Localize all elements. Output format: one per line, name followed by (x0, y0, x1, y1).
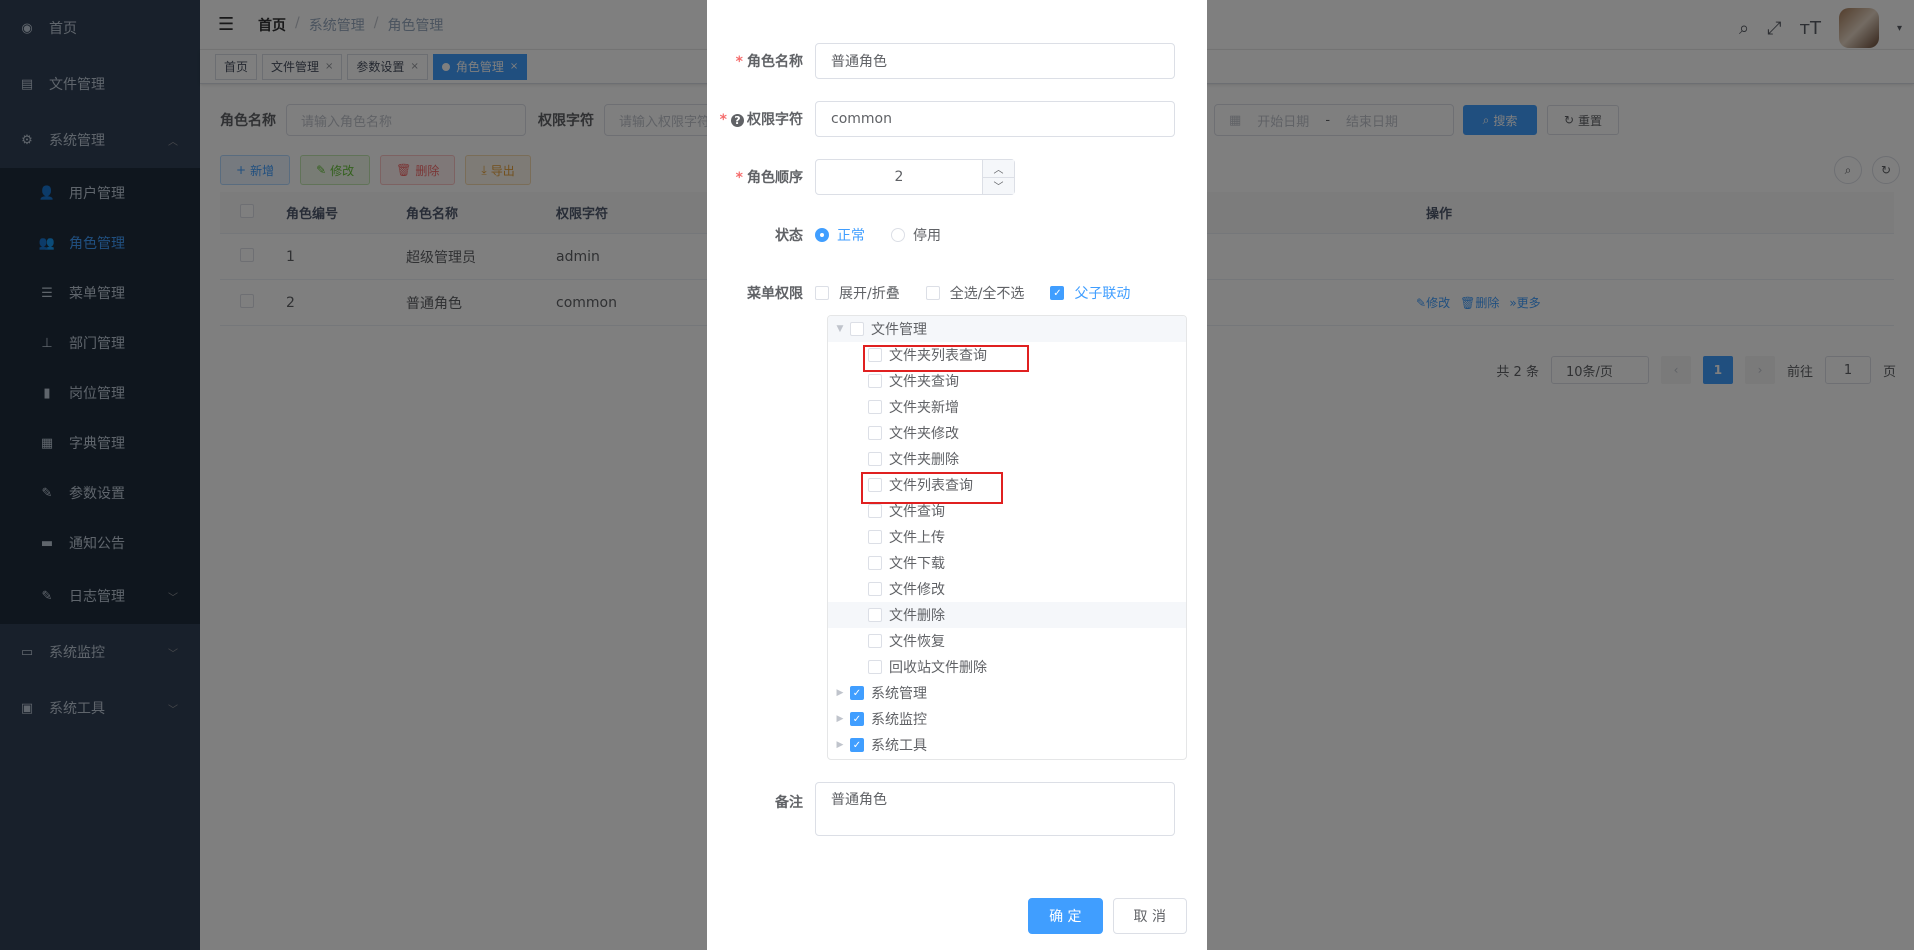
tree-node[interactable]: 文件夹删除 (828, 446, 1186, 472)
order-label: 角色顺序 (747, 170, 803, 186)
tree-node-label: 系统监控 (871, 712, 927, 728)
order-item: * 角色顺序 2 ︿ ﹀ (707, 159, 1207, 195)
select-all-checkbox[interactable]: 全选/全不选 (925, 283, 1025, 303)
tree-node-monitor[interactable]: ▶ ✓ 系统监控 (828, 706, 1186, 732)
tree-node-label: 文件上传 (889, 530, 945, 546)
tree-node-tool[interactable]: ▶ ✓ 系统工具 (828, 732, 1186, 758)
increase-icon[interactable]: ︿ (983, 160, 1014, 177)
tree-node-label: 文件查询 (889, 504, 945, 520)
tree-node-label: 文件夹删除 (889, 452, 959, 468)
perm-item: *? 权限字符 common (707, 101, 1207, 137)
tree-node[interactable]: 回收站文件删除 (828, 654, 1186, 680)
status-disabled-label: 停用 (913, 228, 941, 244)
caret-right-icon[interactable]: ▶ (834, 740, 846, 750)
tree-node-label: 文件夹修改 (889, 426, 959, 442)
tree-node[interactable]: 文件删除 (828, 602, 1186, 628)
role-dialog: * 角色名称 普通角色 *? 权限字符 common * 角色顺序 2 ︿ ﹀ 状态 正… (707, 0, 1207, 950)
menu-perm-label: 菜单权限 (747, 286, 803, 302)
order-stepper[interactable]: 2 ︿ ﹀ (815, 159, 1015, 195)
confirm-button[interactable]: 确 定 (1028, 898, 1103, 934)
highlight-annotation (861, 472, 1003, 504)
status-normal-radio[interactable]: 正常 (815, 225, 865, 245)
caret-right-icon[interactable]: ▶ (834, 714, 846, 724)
order-value: 2 (894, 169, 904, 185)
tree-node-label: 文件恢复 (889, 634, 945, 650)
status-disabled-radio[interactable]: 停用 (891, 225, 941, 245)
menu-tree: ▼ 文件管理 文件夹列表查询 文件夹查询 文件夹新增 文件夹修改 文件夹删除 文件… (827, 315, 1187, 760)
expand-label: 展开/折叠 (839, 286, 900, 302)
select-all-label: 全选/全不选 (949, 286, 1025, 302)
expand-checkbox[interactable]: 展开/折叠 (815, 283, 900, 303)
status-normal-label: 正常 (837, 228, 865, 244)
role-name-item: * 角色名称 普通角色 (707, 43, 1207, 79)
tree-node[interactable]: 文件夹新增 (828, 394, 1186, 420)
perm-field[interactable]: common (815, 101, 1175, 137)
role-name-field[interactable]: 普通角色 (815, 43, 1175, 79)
tree-node-system[interactable]: ▶ ✓ 系统管理 (828, 680, 1186, 706)
tree-node[interactable]: 文件恢复 (828, 628, 1186, 654)
tree-node-label: 文件管理 (871, 322, 927, 338)
remark-textarea[interactable]: 普通角色 (815, 782, 1175, 836)
caret-down-icon[interactable]: ▼ (834, 324, 846, 334)
tree-node-label: 文件下载 (889, 556, 945, 572)
perm-label: 权限字符 (747, 112, 803, 128)
help-icon[interactable]: ? (731, 114, 744, 127)
tree-node[interactable]: 文件夹修改 (828, 420, 1186, 446)
remark-label: 备注 (775, 795, 803, 811)
status-item: 状态 正常 停用 (707, 225, 1207, 245)
tree-node-label: 系统管理 (871, 686, 927, 702)
tree-node[interactable]: 文件下载 (828, 550, 1186, 576)
cancel-button[interactable]: 取 消 (1112, 898, 1187, 934)
tree-node-label: 文件夹查询 (889, 374, 959, 390)
menu-perm-item: 菜单权限 展开/折叠 全选/全不选 ✓ 父子联动 (707, 283, 1207, 303)
status-label: 状态 (775, 228, 803, 244)
role-name-label: 角色名称 (747, 54, 803, 70)
dialog-footer: 确 定 取 消 (1028, 898, 1187, 934)
tree-node-root[interactable]: ▼ 文件管理 (828, 316, 1186, 342)
highlight-annotation (863, 345, 1029, 372)
linkage-checkbox[interactable]: ✓ 父子联动 (1050, 283, 1130, 303)
tree-node-label: 回收站文件删除 (889, 660, 987, 676)
linkage-label: 父子联动 (1074, 286, 1131, 302)
tree-node-label: 文件修改 (889, 582, 945, 598)
caret-right-icon[interactable]: ▶ (834, 688, 846, 698)
tree-node-label: 文件删除 (889, 608, 945, 624)
tree-node-label: 文件夹新增 (889, 400, 959, 416)
tree-node-label: 系统工具 (871, 738, 927, 754)
tree-node[interactable]: 文件上传 (828, 524, 1186, 550)
tree-node[interactable]: 文件修改 (828, 576, 1186, 602)
remark-item: 备注 普通角色 (707, 782, 1207, 836)
decrease-icon[interactable]: ﹀ (983, 176, 1014, 195)
